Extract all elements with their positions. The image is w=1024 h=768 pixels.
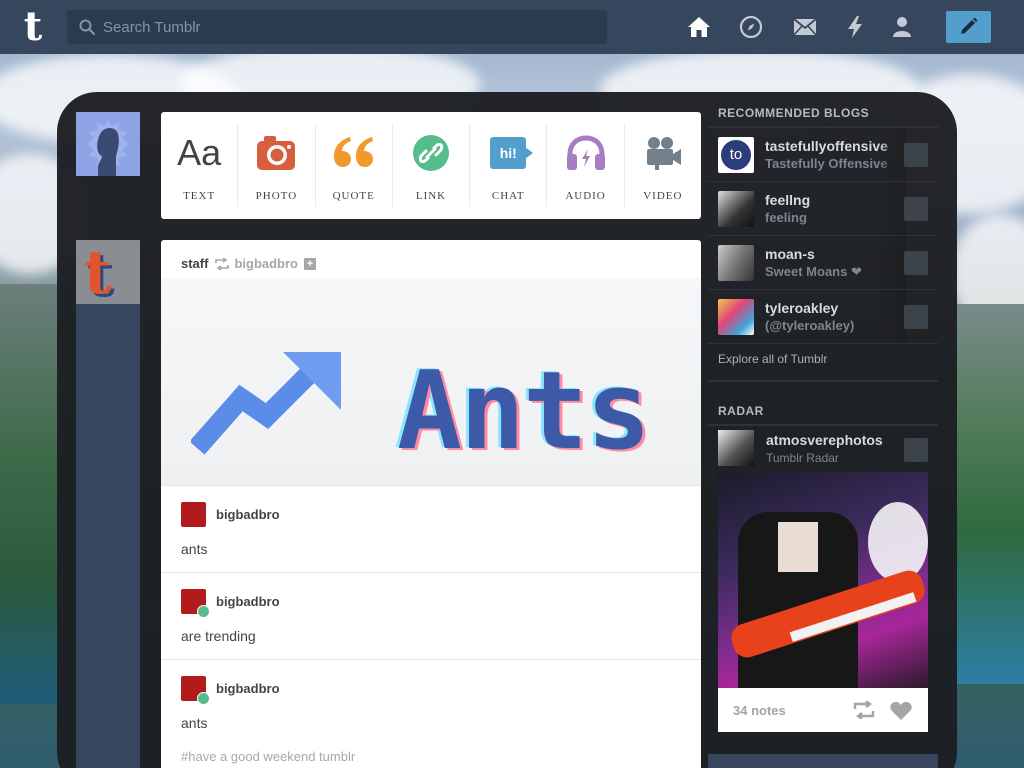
blog-description: Tumblr Radar: [766, 451, 839, 465]
blog-avatar[interactable]: to: [718, 137, 754, 173]
post-type-link[interactable]: LINK: [393, 124, 471, 207]
blog-name[interactable]: atmosverephotos: [766, 432, 883, 448]
follow-blog-button[interactable]: [904, 197, 928, 221]
post-type-label: AUDIO: [565, 190, 606, 202]
follow-blog-button[interactable]: [904, 305, 928, 329]
reblogged-from-link[interactable]: bigbadbro: [234, 256, 298, 271]
post-type-label: LINK: [415, 190, 447, 202]
top-navigation-bar: t: [0, 0, 1024, 54]
radar-blog[interactable]: atmosverephotos Tumblr Radar: [718, 426, 928, 472]
reblog-icon[interactable]: [853, 701, 875, 719]
post-image[interactable]: Ants: [161, 278, 701, 485]
thread-avatar[interactable]: [181, 589, 210, 618]
recommended-blog[interactable]: tyleroakley (@tyleroakley): [708, 290, 938, 344]
compose-post-button[interactable]: [946, 11, 991, 43]
explore-all-link[interactable]: Explore all of Tumblr: [708, 344, 938, 382]
thread-entry: bigbadbro are trending: [161, 572, 701, 659]
follow-plus-button[interactable]: +: [304, 257, 316, 270]
post-type-label: CHAT: [491, 190, 525, 202]
thread-author[interactable]: bigbadbro: [216, 594, 280, 609]
thread-text: ants: [181, 541, 208, 557]
post-type-video[interactable]: VIDEO: [625, 124, 701, 207]
inbox-mail-icon[interactable]: [793, 15, 817, 39]
thread-text: are trending: [181, 628, 256, 644]
explore-compass-icon[interactable]: [739, 15, 763, 39]
headphones-icon: [566, 135, 605, 170]
post-type-label: VIDEO: [643, 190, 683, 202]
follow-blog-button[interactable]: [904, 438, 928, 462]
post-type-selector: Aa TEXT PHOTO QUOTE LINK hi! CHAT AUDIO …: [161, 112, 701, 219]
silhouette-icon: [86, 120, 130, 176]
reblog-badge-icon: [197, 605, 210, 618]
radar-footer: 34 notes: [718, 688, 928, 732]
tumblr-logo-icon[interactable]: t: [16, 7, 50, 47]
radar-title: RADAR: [708, 404, 938, 426]
activity-lightning-icon[interactable]: [843, 15, 867, 39]
pencil-icon: [961, 17, 978, 34]
quote-icon: [333, 137, 373, 167]
camera-icon: [257, 136, 296, 170]
post-header: staff bigbadbro +: [181, 256, 316, 271]
post-type-quote[interactable]: QUOTE: [316, 124, 393, 207]
home-icon[interactable]: [687, 15, 711, 39]
recommended-blogs-title: RECOMMENDED BLOGS: [708, 106, 938, 128]
post-author-link[interactable]: staff: [181, 256, 208, 271]
reblog-icon: [215, 257, 230, 270]
search-box[interactable]: [67, 10, 607, 44]
video-camera-icon: [646, 137, 681, 170]
staff-avatar[interactable]: t: [76, 238, 140, 308]
thread-author[interactable]: bigbadbro: [216, 507, 280, 522]
my-avatar[interactable]: [76, 112, 140, 176]
link-icon: [412, 135, 449, 171]
text-icon: Aa: [177, 132, 222, 173]
like-heart-icon[interactable]: [890, 701, 912, 720]
blog-avatar[interactable]: [718, 191, 754, 227]
radar-card: atmosverephotos Tumblr Radar 34 notes: [718, 426, 928, 732]
search-input[interactable]: [103, 10, 603, 44]
radar-photo[interactable]: [718, 472, 928, 688]
blog-avatar[interactable]: [718, 245, 754, 281]
thread-author[interactable]: bigbadbro: [216, 681, 280, 696]
recommended-blog[interactable]: moan-s Sweet Moans ❤: [708, 236, 938, 290]
reblog-badge-icon: [197, 692, 210, 705]
post-type-chat[interactable]: hi! CHAT: [470, 124, 548, 207]
post-tag[interactable]: #have a good weekend tumblr: [181, 749, 355, 764]
dashboard-post: staff bigbadbro + Ants bigbadbro ants bi…: [161, 240, 701, 768]
thread-avatar[interactable]: [181, 676, 210, 705]
right-sidebar: RECOMMENDED BLOGS to tastefullyoffensive…: [708, 106, 938, 732]
blog-avatar[interactable]: [718, 430, 754, 466]
post-image-caption: Ants: [397, 349, 651, 474]
follow-blog-button[interactable]: [904, 251, 928, 275]
follow-blog-button[interactable]: [904, 143, 928, 167]
post-type-label: TEXT: [183, 190, 216, 202]
notes-count[interactable]: 34 notes: [733, 703, 786, 718]
account-person-icon[interactable]: [890, 15, 914, 39]
chat-icon: hi!: [490, 137, 534, 169]
post-type-label: QUOTE: [332, 190, 375, 202]
recommended-blog[interactable]: feellng feeling: [708, 182, 938, 236]
sidebar-bottom-strip: [708, 754, 938, 768]
blog-avatar[interactable]: [718, 299, 754, 335]
post-avatar-column: [76, 240, 140, 768]
thread-text: ants: [181, 715, 208, 731]
post-type-audio[interactable]: AUDIO: [547, 124, 625, 207]
post-type-photo[interactable]: PHOTO: [238, 124, 316, 207]
thread-entry: bigbadbro ants: [161, 485, 701, 572]
thread-avatar[interactable]: [181, 502, 206, 527]
trending-arrow-icon: [191, 352, 341, 455]
recommended-blog[interactable]: to tastefullyoffensive Tastefully Offens…: [708, 128, 938, 182]
search-icon: [79, 19, 95, 35]
post-type-label: PHOTO: [255, 190, 298, 202]
post-type-text[interactable]: Aa TEXT: [161, 124, 239, 207]
